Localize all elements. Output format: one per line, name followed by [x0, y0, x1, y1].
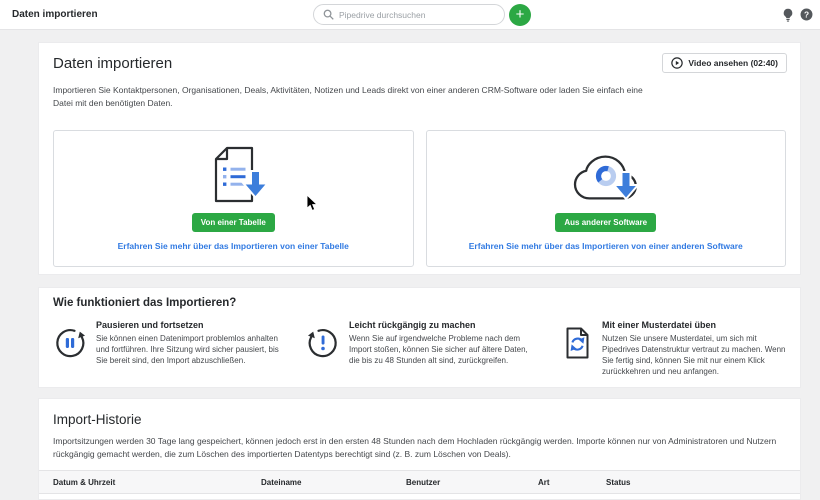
history-table-header: Datum & Uhrzeit Dateiname Benutzer Art S… [39, 470, 800, 494]
svg-text:?: ? [804, 9, 809, 19]
feature-sample-file: Mit einer Musterdatei üben Nutzen Sie un… [559, 320, 786, 377]
sample-file-icon [559, 326, 593, 377]
import-card-software: Aus anderer Software Erfahren Sie mehr ü… [426, 130, 787, 267]
pause-resume-icon [53, 326, 87, 377]
column-header-type: Art [538, 478, 606, 487]
topbar: Daten importieren + ? [0, 0, 820, 30]
feature-text-block: Leicht rückgängig zu machen Wenn Sie auf… [349, 320, 533, 377]
import-description: Importieren Sie Kontaktpersonen, Organis… [53, 84, 658, 110]
search-icon [323, 9, 334, 20]
feature-pause-resume: Pausieren und fortsetzen Sie können eine… [53, 320, 280, 377]
quick-add-button[interactable]: + [509, 4, 531, 26]
help-icon[interactable]: ? [800, 8, 813, 26]
feature-description: Wenn Sie auf irgendwelche Probleme nach … [349, 333, 533, 366]
column-header-filename: Dateiname [261, 478, 406, 487]
spreadsheet-learn-more-link[interactable]: Erfahren Sie mehr über das Importieren v… [118, 241, 349, 251]
document-download-icon [190, 145, 276, 207]
column-header-user: Benutzer [406, 478, 538, 487]
feature-text-block: Pausieren und fortsetzen Sie können eine… [96, 320, 280, 377]
how-it-works-panel: Wie funktioniert das Importieren? Pausie… [38, 287, 801, 388]
column-header-datetime: Datum & Uhrzeit [53, 478, 261, 487]
import-data-panel: Daten importieren Video ansehen (02:40) … [38, 42, 801, 275]
cloud-download-icon [563, 145, 649, 207]
software-learn-more-link[interactable]: Erfahren Sie mehr über das Importieren v… [469, 241, 743, 251]
feature-description: Nutzen Sie unsere Musterdatei, um sich m… [602, 333, 786, 377]
from-other-software-button[interactable]: Aus anderer Software [555, 213, 656, 232]
column-header-status: Status [606, 478, 800, 487]
watch-video-label: Video ansehen (02:40) [688, 58, 778, 68]
feature-undo: Leicht rückgängig zu machen Wenn Sie auf… [306, 320, 533, 377]
feature-title: Leicht rückgängig zu machen [349, 320, 533, 330]
how-it-works-heading: Wie funktioniert das Importieren? [53, 297, 800, 309]
watch-video-button[interactable]: Video ansehen (02:40) [662, 53, 787, 73]
feature-title: Pausieren und fortsetzen [96, 320, 280, 330]
feature-title: Mit einer Musterdatei üben [602, 320, 786, 330]
feature-description: Sie können einen Datenimport problemlos … [96, 333, 280, 366]
page-title: Daten importieren [12, 9, 98, 20]
history-heading: Import-Historie [53, 412, 800, 427]
search-input[interactable] [339, 10, 495, 20]
import-history-panel: Import-Historie Importsitzungen werden 3… [38, 398, 801, 500]
features-row: Pausieren und fortsetzen Sie können eine… [53, 320, 786, 377]
from-spreadsheet-button[interactable]: Von einer Tabelle [192, 213, 275, 232]
import-card-spreadsheet: Von einer Tabelle Erfahren Sie mehr über… [53, 130, 414, 267]
feature-text-block: Mit einer Musterdatei üben Nutzen Sie un… [602, 320, 786, 377]
play-icon [671, 57, 683, 69]
import-option-cards: Von einer Tabelle Erfahren Sie mehr über… [53, 130, 786, 267]
history-description: Importsitzungen werden 30 Tage lang gesp… [53, 435, 786, 461]
global-search[interactable] [313, 4, 505, 25]
lightbulb-icon[interactable] [782, 8, 794, 27]
undo-icon [306, 326, 340, 377]
